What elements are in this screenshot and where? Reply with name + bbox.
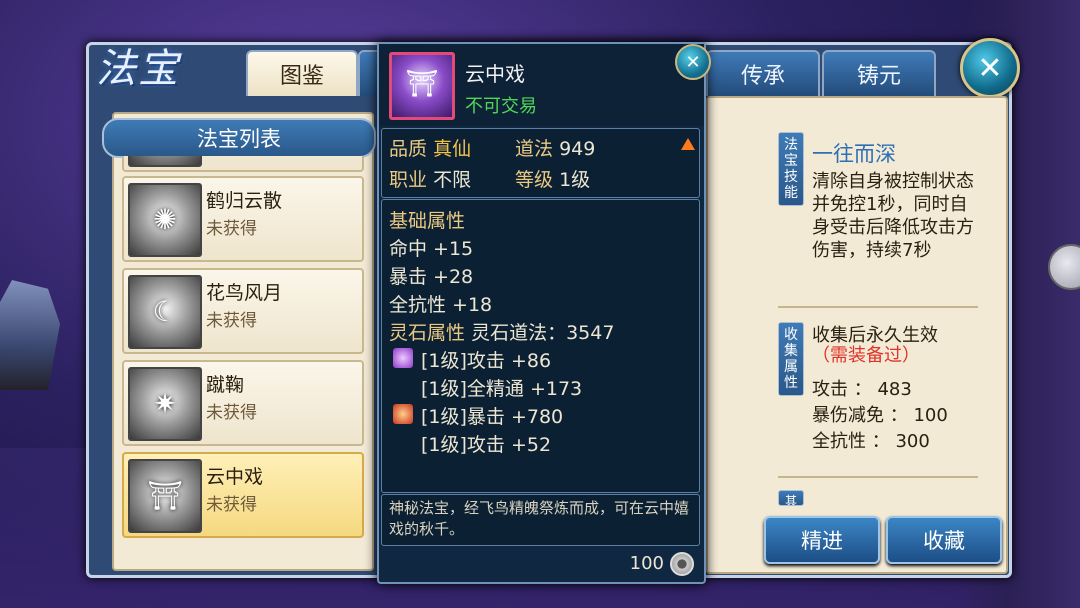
coin-icon — [670, 552, 694, 576]
list-item-selected[interactable]: ⛩ 云中戏 未获得 — [122, 452, 364, 538]
collect-stat: 攻击 ： 483 — [812, 379, 912, 400]
divider — [778, 306, 978, 308]
level-label: 等级 — [515, 169, 554, 191]
close-icon: ✕ — [685, 51, 701, 73]
next-tag: 其 — [778, 490, 804, 506]
base-attr-title: 基础属性 — [389, 210, 466, 232]
swing-icon: ⛩ — [128, 459, 202, 533]
list-item[interactable]: ☾ 花鸟风月 未获得 — [122, 268, 364, 354]
tab-inherit-label: 传承 — [740, 64, 785, 89]
logo-text: 法宝 — [96, 46, 180, 92]
tab-forge-label: 铸元 — [856, 64, 901, 89]
close-icon: ✕ — [977, 50, 1003, 86]
list-item-name: 花鸟风月 — [206, 282, 283, 304]
red-gem-icon — [393, 404, 413, 424]
item-tooltip: ⛩ 云中戏 不可交易 ✕ 品质 真仙 道法 949 职业 不限 等级 1级 基础… — [377, 42, 711, 584]
list-item[interactable]: ✺ 鹤归云散 未获得 — [122, 176, 364, 262]
stone-attr-title: 灵石属性 — [389, 322, 466, 344]
class-label: 职业 — [389, 169, 428, 191]
tooltip-close-button[interactable]: ✕ — [675, 44, 711, 80]
stone-power: 灵石道法：3547 — [471, 322, 615, 344]
collect-stat: 全抗性 ： 300 — [812, 431, 930, 452]
tab-atlas[interactable]: 图鉴 — [246, 50, 358, 96]
treasure-icon — [128, 156, 202, 167]
crane-cloud-icon: ✺ — [128, 183, 202, 257]
list-item-status: 未获得 — [206, 495, 257, 515]
stone-stat: [1级]攻击 +52 — [421, 434, 552, 456]
list-item-status: 未获得 — [206, 219, 257, 239]
tab-atlas-label: 图鉴 — [279, 64, 324, 89]
next-tag-text: 其 — [784, 494, 797, 506]
favorite-button[interactable]: 收藏 — [886, 516, 1002, 564]
tab-forge[interactable]: 铸元 — [822, 50, 936, 96]
background-statue — [0, 280, 60, 390]
quality-label: 品质 — [389, 138, 428, 160]
stone-stat: [1级]暴击 +780 — [421, 406, 564, 428]
power-label: 道法 — [515, 138, 554, 160]
tab-inherit[interactable]: 传承 — [706, 50, 820, 96]
tooltip-trade-status: 不可交易 — [465, 96, 537, 117]
divider — [778, 476, 978, 478]
tooltip-header: ⛩ 云中戏 不可交易 — [379, 44, 704, 126]
purple-gem-icon — [393, 348, 413, 368]
level-value: 1级 — [559, 169, 591, 191]
list-item[interactable] — [122, 156, 364, 172]
skill-tag-text: 法宝技能 — [784, 137, 798, 201]
ball-icon: ✷ — [128, 367, 202, 441]
price-value: 100 — [629, 553, 664, 574]
collect-note: （需装备过） — [812, 345, 920, 366]
treasure-list[interactable]: ✺ 鹤归云散 未获得 ☾ 花鸟风月 未获得 ✷ 蹴鞠 未获得 ⛩ 云中戏 未获得 — [118, 156, 366, 564]
base-stat: 暴击 +28 — [389, 266, 474, 288]
stone-stat: [1级]攻击 +86 — [421, 350, 552, 372]
treasure-list-header: 法宝列表 — [102, 118, 376, 158]
quality-value: 真仙 — [433, 138, 472, 160]
refine-button[interactable]: 精进 — [764, 516, 880, 564]
tooltip-price: 100 — [630, 552, 694, 576]
swing-icon: ⛩ — [389, 52, 455, 120]
list-item-name: 蹴鞠 — [206, 374, 245, 396]
skill-tag: 法宝技能 — [778, 132, 804, 206]
treasure-list-title: 法宝列表 — [197, 127, 281, 151]
power-up-arrow-icon — [681, 138, 695, 150]
collect-stat: 暴伤减免 ： 100 — [812, 405, 948, 426]
skill-description: 清除自身被控制状态并免控1秒，同时自身受击后降低攻击方伤害，持续7秒 — [812, 171, 974, 261]
stone-stat: [1级]全精通 +173 — [421, 378, 583, 400]
list-item[interactable]: ✷ 蹴鞠 未获得 — [122, 360, 364, 446]
skill-name: 一往而深 — [812, 142, 896, 166]
list-item-status: 未获得 — [206, 311, 257, 331]
list-item-name: 鹤归云散 — [206, 190, 283, 212]
collect-tag: 收集属性 — [778, 322, 804, 396]
base-stat: 命中 +15 — [389, 238, 474, 260]
base-stat: 全抗性 +18 — [389, 294, 493, 316]
list-item-name: 云中戏 — [206, 466, 264, 488]
close-window-button[interactable]: ✕ — [960, 38, 1020, 98]
collect-tag-text: 收集属性 — [784, 327, 798, 391]
power-value: 949 — [559, 138, 596, 160]
tooltip-description: 神秘法宝，经飞鸟精魄祭炼而成，可在云中嬉戏的秋千。 — [389, 499, 690, 538]
crescent-moon-icon: ☾ — [128, 275, 202, 349]
class-value: 不限 — [433, 169, 472, 191]
tooltip-item-name: 云中戏 — [465, 62, 525, 86]
treasure-logo: 法宝 — [96, 36, 236, 98]
favorite-button-label: 收藏 — [923, 529, 965, 553]
refine-button-label: 精进 — [801, 529, 843, 553]
list-item-status: 未获得 — [206, 403, 257, 423]
